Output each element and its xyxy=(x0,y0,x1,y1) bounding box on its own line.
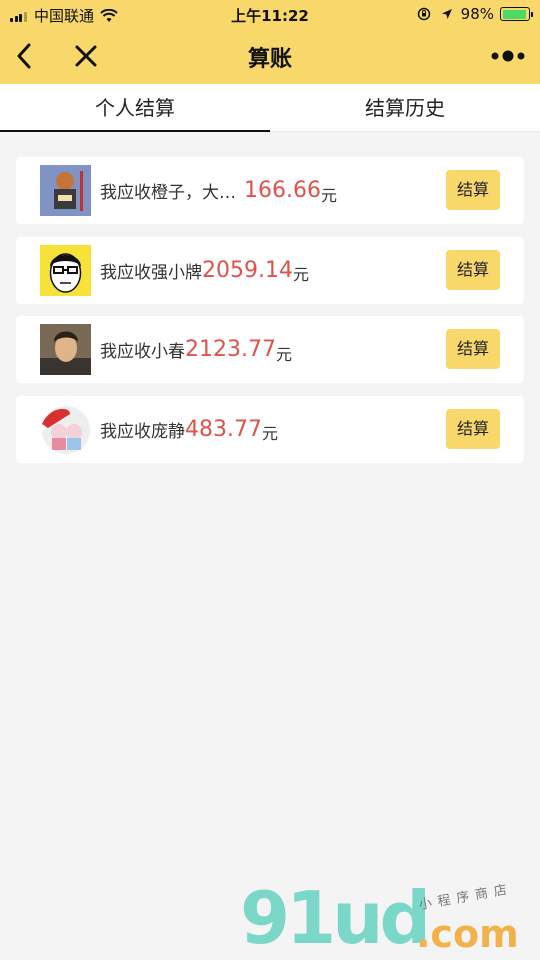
settlement-amount: 483.77 xyxy=(185,416,262,442)
watermark-domain: .com xyxy=(416,912,519,956)
battery-icon xyxy=(500,7,533,21)
settlement-amount: 2059.14 xyxy=(202,257,293,283)
settlement-text: 我应收强小牌 2059.14 元 xyxy=(100,237,309,304)
avatar xyxy=(40,324,91,375)
watermark-tagline: 小程序商店 xyxy=(417,881,514,914)
settlement-amount: 166.66 xyxy=(244,178,321,203)
settle-button[interactable]: 结算 xyxy=(446,329,500,369)
settlement-label: 我应收小春 xyxy=(100,342,185,362)
settlement-unit: 元 xyxy=(275,344,292,364)
tab-settlement-history[interactable]: 结算历史 xyxy=(270,84,540,132)
settle-button[interactable]: 结算 xyxy=(446,170,500,210)
orientation-lock-icon xyxy=(417,7,430,21)
battery-percent: 98% xyxy=(460,5,494,23)
settlement-unit: 元 xyxy=(320,185,337,205)
avatar xyxy=(40,244,91,296)
active-tab-indicator xyxy=(0,130,270,132)
settlement-unit: 元 xyxy=(261,424,278,443)
list-item: 我应收小春 2123.77 元 结算 xyxy=(16,316,524,383)
settle-button[interactable]: 结算 xyxy=(446,249,500,290)
settlement-amount: 2123.77 xyxy=(185,337,276,362)
list-item: 我应收橙子，大… 166.66 元 结算 xyxy=(16,157,524,224)
nav-bar: 算账 xyxy=(0,28,540,84)
status-bar: 中国联通 上午11:22 98% xyxy=(0,0,540,28)
settlement-text: 我应收庞静 483.77 元 xyxy=(100,396,278,463)
settlement-label: 我应收庞静 xyxy=(100,421,185,442)
settlement-unit: 元 xyxy=(292,265,309,284)
more-dots-icon[interactable] xyxy=(490,42,526,70)
settlement-text: 我应收小春 2123.77 元 xyxy=(100,316,292,383)
avatar xyxy=(40,165,91,216)
watermark-logo: 91ud .com 小程序商店 xyxy=(240,876,530,960)
page-title: 算账 xyxy=(247,47,292,72)
settlement-text: 我应收橙子，大… 166.66 元 xyxy=(100,157,337,224)
tab-personal-settlement[interactable]: 个人结算 xyxy=(0,84,270,132)
status-right: 98% xyxy=(417,5,533,23)
settlement-label: 我应收橙子，大… xyxy=(100,183,236,203)
settlement-list: 我应收橙子，大… 166.66 元 结算 我应收强小牌 2059.14 元 结算 xyxy=(16,157,524,475)
list-item: 我应收庞静 483.77 元 结算 xyxy=(16,395,524,463)
location-icon xyxy=(441,9,452,19)
tab-bar: 个人结算 结算历史 xyxy=(0,84,540,132)
settle-button[interactable]: 结算 xyxy=(446,408,500,449)
settlement-label: 我应收强小牌 xyxy=(100,262,202,283)
watermark-brand: 91ud xyxy=(240,876,431,960)
list-item: 我应收强小牌 2059.14 元 结算 xyxy=(16,236,524,304)
avatar xyxy=(40,403,91,455)
